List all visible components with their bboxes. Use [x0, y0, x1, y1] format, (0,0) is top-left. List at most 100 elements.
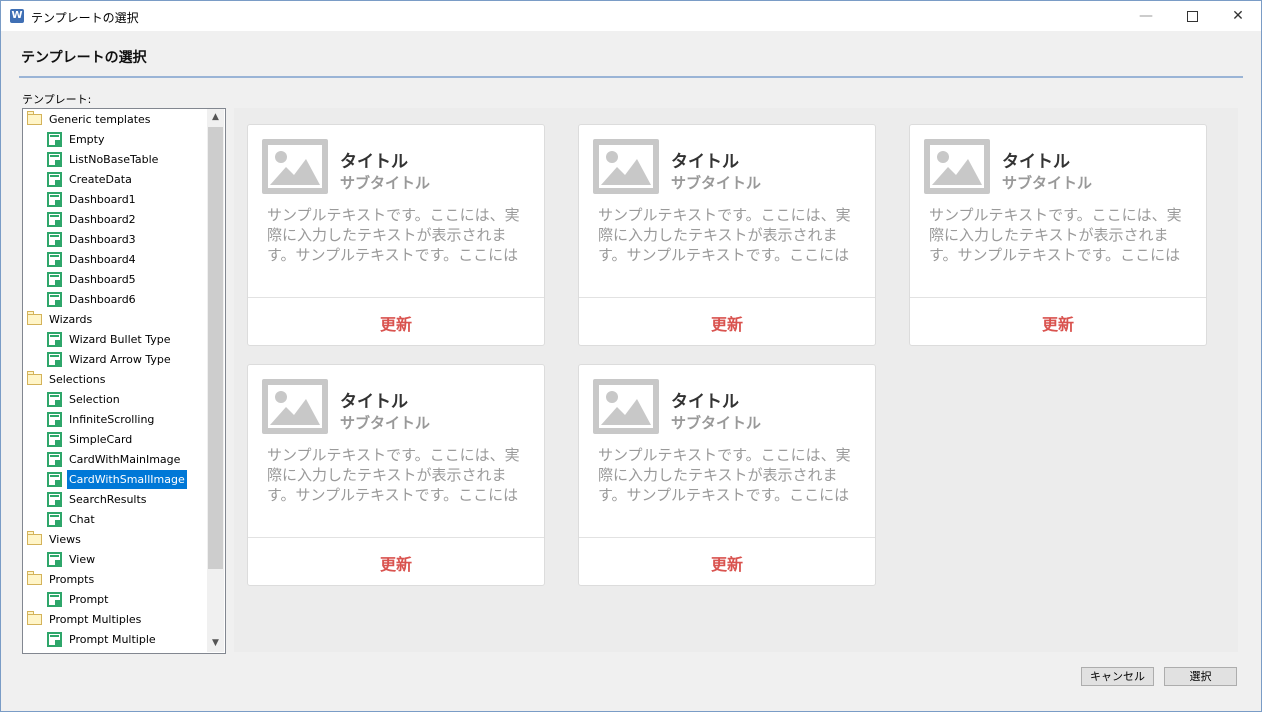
update-button[interactable]: 更新: [910, 311, 1206, 335]
close-button[interactable]: ✕: [1215, 1, 1261, 31]
cancel-button[interactable]: キャンセル: [1081, 667, 1154, 686]
tree-item[interactable]: InfiniteScrolling: [23, 410, 207, 429]
scroll-thumb[interactable]: [208, 127, 223, 569]
tree-item-label: Chat: [69, 513, 95, 526]
select-button[interactable]: 選択: [1164, 667, 1237, 686]
image-placeholder-frame: [268, 385, 322, 428]
folder-icon: [27, 531, 42, 545]
card-divider: [248, 537, 544, 538]
tree-item-label: Prompt: [69, 593, 109, 606]
template-icon: [47, 132, 62, 147]
folder-icon: [27, 371, 42, 385]
landscape-icon: [270, 151, 320, 185]
tree-folder-label: Prompt Multiples: [49, 613, 142, 626]
folder-icon: [27, 611, 42, 625]
tree-folder[interactable]: Views: [23, 530, 207, 549]
card-subtitle: サブタイトル: [340, 174, 431, 192]
tree-item[interactable]: Dashboard2: [23, 210, 207, 229]
tree-item-label: Empty: [69, 133, 105, 146]
card-body-text: サンプルテキストです。ここには、実際に入力したテキストが表示されます。サンプルテ…: [267, 206, 520, 264]
update-button[interactable]: 更新: [248, 311, 544, 335]
page-title: テンプレートの選択: [21, 50, 147, 66]
card-subtitle: サブタイトル: [340, 414, 431, 432]
card-title: タイトル: [340, 392, 408, 412]
template-card[interactable]: タイトル サブタイトル サンプルテキストです。ここには、実際に入力したテキストが表示…: [909, 124, 1207, 346]
template-icon: [47, 392, 62, 407]
image-placeholder-icon: [262, 379, 328, 434]
tree-item-label: Dashboard5: [69, 273, 136, 286]
tree-item[interactable]: CardWithSmallImage: [23, 470, 207, 489]
tree-item-label: Dashboard3: [69, 233, 136, 246]
card-subtitle: サブタイトル: [671, 414, 762, 432]
card-title: タイトル: [671, 392, 739, 412]
card-title: タイトル: [1002, 152, 1070, 172]
update-button[interactable]: 更新: [579, 311, 875, 335]
minimize-button[interactable]: —: [1123, 1, 1169, 31]
tree-item[interactable]: Prompt: [23, 590, 207, 609]
tree-folder-label: Views: [49, 533, 81, 546]
tree-folder[interactable]: Wizards: [23, 310, 207, 329]
tree-folder-label: Generic templates: [49, 113, 151, 126]
image-placeholder-frame: [599, 145, 653, 188]
update-button[interactable]: 更新: [579, 551, 875, 575]
template-icon: [47, 592, 62, 607]
tree-item[interactable]: Dashboard6: [23, 290, 207, 309]
tree-item[interactable]: CreateData: [23, 170, 207, 189]
card-subtitle: サブタイトル: [671, 174, 762, 192]
header-divider: [19, 76, 1243, 78]
maximize-button[interactable]: [1169, 1, 1215, 31]
tree-item-label: Dashboard6: [69, 293, 136, 306]
tree-scrollbar[interactable]: ▲ ▼: [207, 109, 224, 652]
image-placeholder-frame: [599, 385, 653, 428]
landscape-icon: [601, 391, 651, 425]
scroll-down-icon[interactable]: ▼: [207, 635, 224, 652]
card-body-text: サンプルテキストです。ここには、実際に入力したテキストが表示されます。サンプルテ…: [267, 446, 520, 504]
template-icon: [47, 512, 62, 527]
tree-item[interactable]: View: [23, 550, 207, 569]
template-card[interactable]: タイトルサブタイトルサンプルテキストです。ここには、実際に入力したテキストが表示…: [578, 364, 876, 586]
tree-item[interactable]: Wizard Bullet Type: [23, 330, 207, 349]
template-icon: [47, 432, 62, 447]
window-title: テンプレートの選択: [31, 11, 139, 25]
tree-item[interactable]: ListNoBaseTable: [23, 150, 207, 169]
image-placeholder-icon: [924, 139, 990, 194]
template-tree[interactable]: Generic templates Empty ListNoBaseTable Cre…: [22, 108, 226, 654]
card-body-text: サンプルテキストです。ここには、実際に入力したテキストが表示されます。サンプルテ…: [598, 446, 851, 504]
title-bar: テンプレートの選択 — ✕: [1, 1, 1261, 31]
tree-item[interactable]: Empty: [23, 130, 207, 149]
template-card[interactable]: タイトルサブタイトルサンプルテキストです。ここには、実際に入力したテキストが表示…: [247, 364, 545, 586]
template-card[interactable]: タイトル サブタイトル サンプルテキストです。ここには、実際に入力したテキストが表示…: [578, 124, 876, 346]
tree-item[interactable]: Wizard Arrow Type: [23, 350, 207, 369]
tree-item[interactable]: SimpleCard: [23, 430, 207, 449]
tree-item-label: CardWithMainImage: [69, 453, 181, 466]
template-tree-label: テンプレート:: [22, 93, 92, 106]
folder-icon: [27, 571, 42, 585]
tree-item[interactable]: Chat: [23, 510, 207, 529]
template-card[interactable]: タイトル サブタイトル サンプルテキストです。ここには、実際に入力したテキストが表示…: [247, 124, 545, 346]
tree-item-label: ListNoBaseTable: [69, 153, 159, 166]
tree-item[interactable]: Dashboard5: [23, 270, 207, 289]
tree-item[interactable]: CardWithMainImage: [23, 450, 207, 469]
tree-item[interactable]: Selection: [23, 390, 207, 409]
tree-item[interactable]: Dashboard4: [23, 250, 207, 269]
template-icon: [47, 352, 62, 367]
image-placeholder-frame: [930, 145, 984, 188]
tree-item[interactable]: Prompt Multiple: [23, 630, 207, 649]
tree-item-label: CardWithSmallImage: [67, 470, 187, 489]
tree-folder[interactable]: Prompt Multiples: [23, 610, 207, 629]
tree-folder[interactable]: Generic templates: [23, 110, 207, 129]
tree-item-label: Dashboard4: [69, 253, 136, 266]
template-icon: [47, 452, 62, 467]
template-icon: [47, 252, 62, 267]
update-button[interactable]: 更新: [248, 551, 544, 575]
tree-item-label: Dashboard2: [69, 213, 136, 226]
template-icon: [47, 632, 62, 647]
tree-folder[interactable]: Prompts: [23, 570, 207, 589]
image-placeholder-frame: [268, 145, 322, 188]
tree-folder[interactable]: Selections: [23, 370, 207, 389]
tree-item[interactable]: SearchResults: [23, 490, 207, 509]
card-divider: [910, 297, 1206, 298]
tree-item[interactable]: Dashboard1: [23, 190, 207, 209]
tree-item[interactable]: Dashboard3: [23, 230, 207, 249]
scroll-up-icon[interactable]: ▲: [207, 109, 224, 126]
